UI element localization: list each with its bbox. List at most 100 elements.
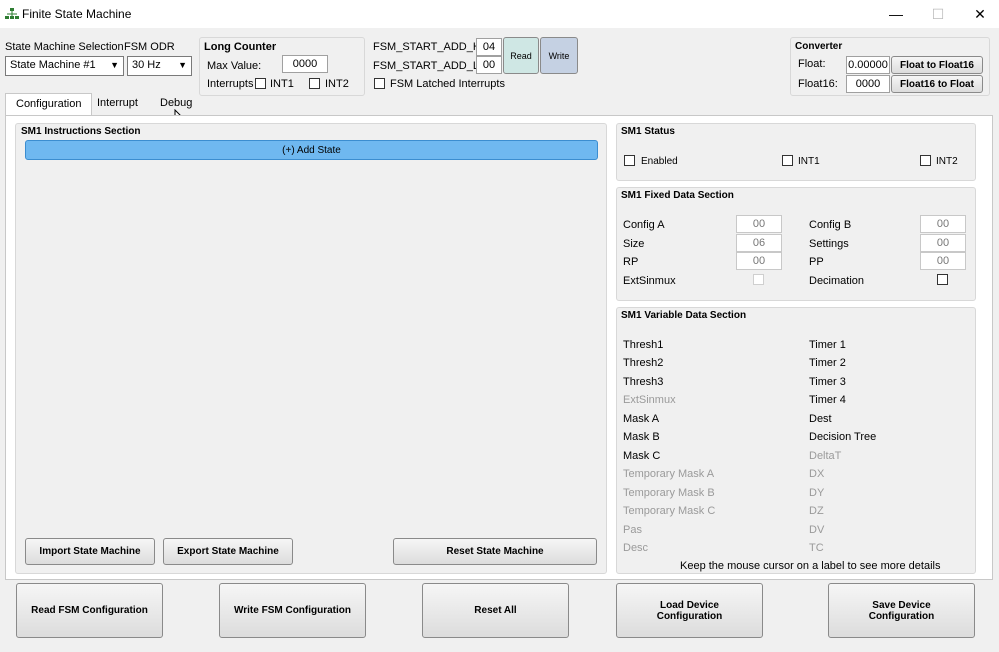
var-dv-label[interactable]: DV (809, 524, 824, 536)
write-fsm-configuration-button[interactable]: Write FSM Configuration (219, 583, 366, 638)
var-mask-a-label[interactable]: Mask A (623, 413, 659, 425)
var-extsinmux-label[interactable]: ExtSinmux (623, 394, 676, 406)
maximize-button[interactable]: ☐ (926, 4, 950, 24)
var-timer3-label[interactable]: Timer 3 (809, 376, 846, 388)
float16-to-float-button[interactable]: Float16 to Float (891, 75, 983, 93)
app-icon (5, 8, 19, 19)
window-title: Finite State Machine (22, 7, 132, 21)
start-add-h-label: FSM_START_ADD_H: (373, 41, 484, 53)
var-timer2-label[interactable]: Timer 2 (809, 357, 846, 369)
save-device-configuration-button[interactable]: Save Device Configuration (828, 583, 975, 638)
odr-dropdown[interactable]: 30 Hz ▼ (127, 56, 192, 76)
var-thresh2-label[interactable]: Thresh2 (623, 357, 663, 369)
var-dx-label[interactable]: DX (809, 468, 824, 480)
reset-state-machine-button[interactable]: Reset State Machine (393, 538, 597, 565)
var-deltat-label[interactable]: DeltaT (809, 450, 841, 462)
var-temp-mask-a-label[interactable]: Temporary Mask A (623, 468, 714, 480)
hint-text: Keep the mouse cursor on a label to see … (680, 560, 941, 572)
var-desc-label[interactable]: Desc (623, 542, 648, 554)
status-int2-label: INT2 (936, 156, 958, 167)
sm-selection-value: State Machine #1 (10, 59, 96, 71)
var-timer4-label[interactable]: Timer 4 (809, 394, 846, 406)
import-state-machine-button[interactable]: Import State Machine (25, 538, 155, 565)
rp-input[interactable]: 00 (736, 252, 782, 270)
float-label: Float: (798, 58, 826, 70)
read-button[interactable]: Read (503, 37, 539, 74)
converter-title: Converter (795, 41, 843, 52)
chevron-down-icon: ▼ (110, 60, 119, 70)
size-label[interactable]: Size (623, 238, 644, 250)
start-add-h-input[interactable]: 04 (476, 38, 502, 56)
start-add-l-label: FSM_START_ADD_L: (373, 60, 483, 72)
variable-data-group (616, 307, 976, 574)
latched-label: FSM Latched Interrupts (390, 78, 505, 90)
pp-label[interactable]: PP (809, 256, 824, 268)
lc-int2-label: INT2 (325, 78, 349, 90)
export-state-machine-button[interactable]: Export State Machine (163, 538, 293, 565)
float16-label: Float16: (798, 78, 838, 90)
long-counter-title: Long Counter (204, 41, 277, 53)
title-bar: Finite State Machine — ☐ ✕ (0, 0, 999, 28)
load-device-configuration-button[interactable]: Load Device Configuration (616, 583, 763, 638)
chevron-down-icon: ▼ (178, 60, 187, 70)
var-thresh1-label[interactable]: Thresh1 (623, 339, 663, 351)
config-a-input[interactable]: 00 (736, 215, 782, 233)
var-decision-tree-label[interactable]: Decision Tree (809, 431, 876, 443)
lc-int1-checkbox[interactable] (255, 78, 266, 89)
variable-data-title: SM1 Variable Data Section (621, 310, 747, 321)
extsinmux-label[interactable]: ExtSinmux (623, 275, 676, 287)
sm-selection-label: State Machine Selection (5, 41, 124, 53)
float-to-float16-button[interactable]: Float to Float16 (891, 56, 983, 74)
var-temp-mask-b-label[interactable]: Temporary Mask B (623, 487, 715, 499)
status-int1-label: INT1 (798, 156, 820, 167)
close-button[interactable]: ✕ (968, 4, 992, 24)
max-value-input[interactable]: 0000 (282, 55, 328, 73)
odr-value: 30 Hz (132, 59, 161, 71)
instructions-title: SM1 Instructions Section (21, 126, 141, 137)
decimation-checkbox[interactable] (937, 274, 948, 285)
instructions-group (15, 123, 607, 574)
write-button[interactable]: Write (540, 37, 578, 74)
add-state-button[interactable]: (+) Add State (25, 140, 598, 160)
config-a-label[interactable]: Config A (623, 219, 665, 231)
var-pas-label[interactable]: Pas (623, 524, 642, 536)
tab-interrupt[interactable]: Interrupt (87, 93, 148, 115)
var-mask-c-label[interactable]: Mask C (623, 450, 660, 462)
start-add-l-input[interactable]: 00 (476, 56, 502, 74)
var-timer1-label[interactable]: Timer 1 (809, 339, 846, 351)
max-value-label: Max Value: (207, 60, 262, 72)
settings-input[interactable]: 00 (920, 234, 966, 252)
float-input[interactable]: 0.00000 (846, 56, 890, 74)
config-b-input[interactable]: 00 (920, 215, 966, 233)
var-temp-mask-c-label[interactable]: Temporary Mask C (623, 505, 715, 517)
lc-int1-label: INT1 (270, 78, 294, 90)
extsinmux-checkbox[interactable] (753, 274, 764, 285)
odr-label: FSM ODR (124, 41, 175, 53)
latched-checkbox[interactable] (374, 78, 385, 89)
lc-int2-checkbox[interactable] (309, 78, 320, 89)
interrupts-label: Interrupts (207, 78, 254, 90)
pp-input[interactable]: 00 (920, 252, 966, 270)
var-thresh3-label[interactable]: Thresh3 (623, 376, 663, 388)
decimation-label[interactable]: Decimation (809, 275, 864, 287)
enabled-checkbox[interactable] (624, 155, 635, 166)
tab-configuration[interactable]: Configuration (5, 93, 93, 115)
status-int2-checkbox[interactable] (920, 155, 931, 166)
var-dz-label[interactable]: DZ (809, 505, 824, 517)
var-mask-b-label[interactable]: Mask B (623, 431, 660, 443)
read-fsm-configuration-button[interactable]: Read FSM Configuration (16, 583, 163, 638)
config-b-label[interactable]: Config B (809, 219, 851, 231)
rp-label[interactable]: RP (623, 256, 638, 268)
status-int1-checkbox[interactable] (782, 155, 793, 166)
var-tc-label[interactable]: TC (809, 542, 824, 554)
settings-label[interactable]: Settings (809, 238, 849, 250)
var-dest-label[interactable]: Dest (809, 413, 832, 425)
minimize-button[interactable]: — (884, 4, 908, 24)
fixed-data-title: SM1 Fixed Data Section (621, 190, 734, 201)
size-input[interactable]: 06 (736, 234, 782, 252)
status-title: SM1 Status (621, 126, 675, 137)
reset-all-button[interactable]: Reset All (422, 583, 569, 638)
float16-input[interactable]: 0000 (846, 75, 890, 93)
sm-selection-dropdown[interactable]: State Machine #1 ▼ (5, 56, 124, 76)
var-dy-label[interactable]: DY (809, 487, 824, 499)
